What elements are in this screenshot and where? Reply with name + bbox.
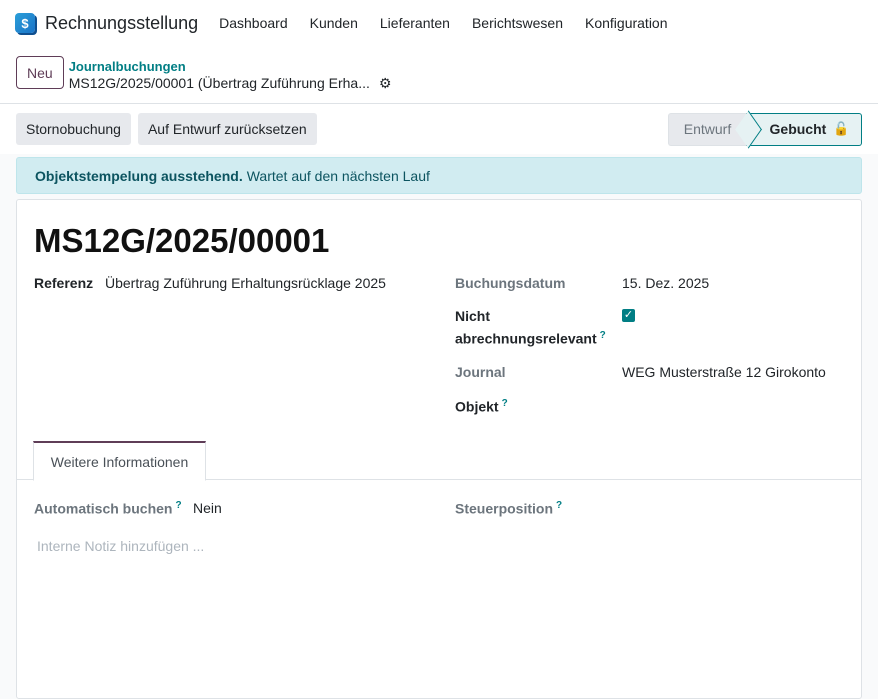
breadcrumb-current-label: MS12G/2025/00001 (Übertrag Zuführung Erh… bbox=[68, 74, 370, 91]
breadcrumb-current: MS12G/2025/00001 (Übertrag Zuführung Erh… bbox=[69, 75, 392, 91]
alert-bold-text: Objektstempelung ausstehend. bbox=[35, 167, 243, 184]
auto-post-value[interactable]: Nein bbox=[193, 500, 222, 516]
tax-position-label: Steuerposition? bbox=[455, 500, 562, 517]
control-panel: Neu Journalbuchungen MS12G/2025/00001 (Ü… bbox=[0, 46, 878, 104]
menu-item-berichtswesen[interactable]: Berichtswesen bbox=[472, 15, 563, 31]
journal-value[interactable]: WEG Musterstraße 12 Girokonto bbox=[622, 364, 826, 380]
booking-date-label: Buchungsdatum bbox=[455, 275, 566, 291]
help-icon[interactable]: ? bbox=[502, 398, 508, 409]
notebook-tabs: Weitere Informationen bbox=[17, 441, 861, 481]
not-relevant-checkbox[interactable]: ✓ bbox=[622, 309, 635, 322]
stage-posted-label: Gebucht bbox=[769, 121, 827, 137]
info-alert: Objektstempelung ausstehend. Wartet auf … bbox=[16, 157, 862, 194]
menu-item-lieferanten[interactable]: Lieferanten bbox=[380, 15, 450, 31]
menu-item-konfiguration[interactable]: Konfiguration bbox=[585, 15, 668, 31]
breadcrumb-parent-link[interactable]: Journalbuchungen bbox=[69, 59, 392, 75]
reverse-entry-button[interactable]: Stornobuchung bbox=[16, 113, 131, 145]
breadcrumb: Journalbuchungen MS12G/2025/00001 (Übert… bbox=[69, 59, 392, 91]
stage-posted[interactable]: Gebucht 🔓 bbox=[746, 112, 862, 146]
auto-post-label-text: Automatisch buchen bbox=[34, 500, 173, 517]
record-title: MS12G/2025/00001 bbox=[34, 222, 330, 259]
top-navbar: $ Rechnungsstellung Dashboard Kunden Lie… bbox=[0, 0, 878, 46]
auto-post-label: Automatisch buchen? bbox=[34, 500, 182, 517]
not-relevant-label: abrechnungsrelevant? bbox=[455, 330, 606, 347]
app-name[interactable]: Rechnungsstellung bbox=[45, 13, 198, 34]
tax-position-label-text: Steuerposition bbox=[455, 500, 554, 517]
not-relevant-label-line2: abrechnungsrelevant bbox=[455, 330, 597, 347]
help-icon[interactable]: ? bbox=[600, 330, 606, 341]
object-label: Objekt? bbox=[455, 398, 508, 415]
reference-label: Referenz bbox=[34, 275, 94, 291]
not-relevant-label-line1: Nicht bbox=[455, 308, 490, 324]
help-icon[interactable]: ? bbox=[556, 500, 562, 511]
tab-weitere-informationen[interactable]: Weitere Informationen bbox=[33, 441, 206, 481]
booking-date-value[interactable]: 15. Dez. 2025 bbox=[622, 275, 709, 291]
lock-open-icon: 🔓 bbox=[833, 121, 850, 136]
stage-selector: Entwurf Gebucht 🔓 bbox=[668, 112, 862, 146]
help-icon[interactable]: ? bbox=[175, 500, 181, 511]
form-sheet: MS12G/2025/00001 Referenz Übertrag Zufüh… bbox=[16, 199, 862, 699]
menu-item-dashboard[interactable]: Dashboard bbox=[219, 15, 288, 31]
internal-note-input[interactable]: Interne Notiz hinzufügen ... bbox=[37, 538, 204, 554]
new-button[interactable]: Neu bbox=[16, 56, 64, 89]
menu-item-kunden[interactable]: Kunden bbox=[310, 15, 358, 31]
dollar-icon[interactable]: $ bbox=[15, 13, 35, 33]
reference-value[interactable]: Übertrag Zuführung Erhaltungsrücklage 20… bbox=[105, 275, 386, 291]
object-label-text: Objekt bbox=[455, 398, 499, 415]
journal-label: Journal bbox=[455, 364, 506, 380]
status-bar: Stornobuchung Auf Entwurf zurücksetzen E… bbox=[0, 104, 878, 154]
gear-icon[interactable]: ⚙ bbox=[379, 75, 392, 91]
reset-to-draft-button[interactable]: Auf Entwurf zurücksetzen bbox=[137, 113, 317, 145]
alert-text: Wartet auf den nächsten Lauf bbox=[246, 167, 430, 184]
